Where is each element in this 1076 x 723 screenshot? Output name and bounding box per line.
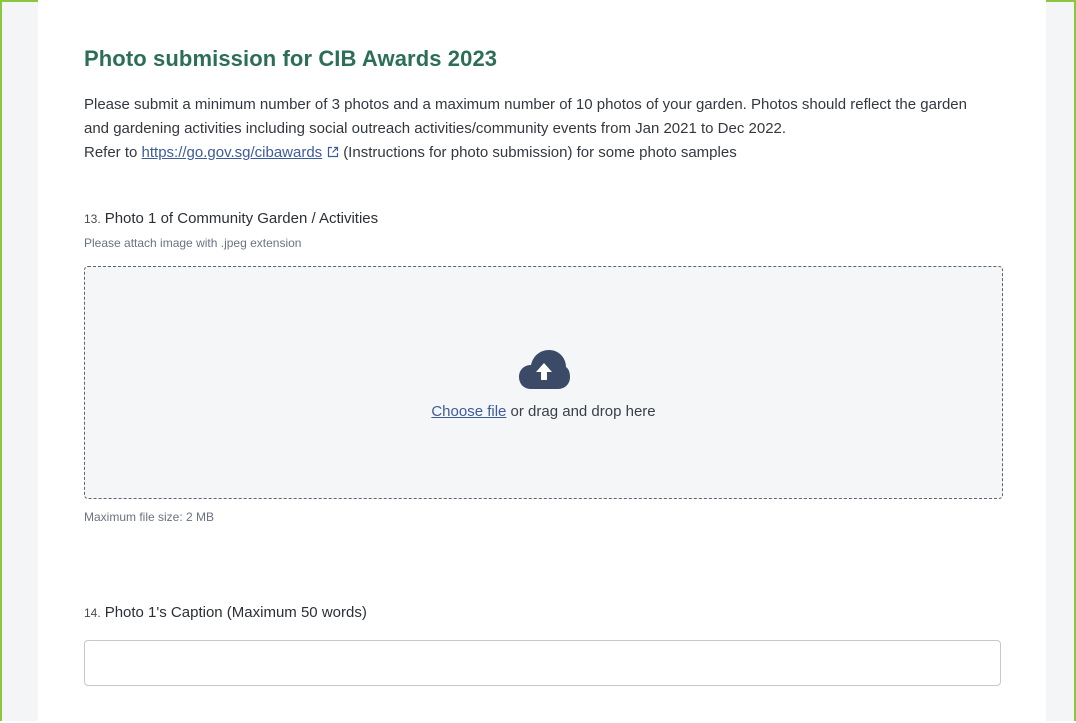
question-13-number: 13. — [84, 212, 101, 226]
question-13-text: Photo 1 of Community Garden / Activities — [104, 210, 379, 227]
question-13-hint: Please attach image with .jpeg extension — [84, 236, 302, 250]
refer-suffix: (Instructions for photo submission) for … — [343, 144, 737, 161]
section-title: Photo submission for CIB Awards 2023 — [84, 46, 498, 71]
question-14-text: Photo 1's Caption (Maximum 50 words) — [104, 604, 367, 621]
form-card: Photo submission for CIB Awards 2023 Ple… — [38, 0, 1046, 723]
cibawards-link[interactable]: https://go.gov.sg/cibawards — [142, 144, 323, 161]
description-text: Please submit a minimum number of 3 phot… — [84, 96, 967, 137]
section-description: Please submit a minimum number of 3 phot… — [84, 93, 984, 165]
refer-line: Refer to https://go.gov.sg/cibawards (In… — [84, 141, 984, 165]
caption-input[interactable] — [84, 640, 1001, 686]
dropzone-text: Choose file or drag and drop here — [85, 403, 1002, 420]
max-file-size: Maximum file size: 2 MB — [84, 510, 215, 524]
refer-prefix: Refer to — [84, 144, 142, 161]
question-14-number: 14. — [84, 606, 101, 620]
choose-file-link[interactable]: Choose file — [431, 403, 506, 420]
question-13-label: 13. Photo 1 of Community Garden / Activit… — [84, 210, 378, 227]
cloud-upload-icon — [519, 350, 570, 389]
drag-drop-text: or drag and drop here — [506, 403, 656, 420]
file-dropzone[interactable]: Choose file or drag and drop here — [84, 266, 1003, 499]
external-link-icon — [328, 146, 339, 158]
question-14-label: 14. Photo 1's Caption (Maximum 50 words) — [84, 604, 367, 621]
